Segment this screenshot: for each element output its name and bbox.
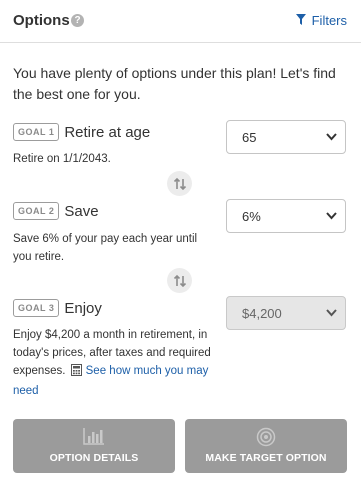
- goal-1-description: Retire on 1/1/2043.: [13, 153, 111, 165]
- page-title: Options: [13, 12, 70, 29]
- goal-3-description: Enjoy $4,200 a month in retirement, in t…: [13, 326, 213, 400]
- goal-2-badge: GOAL 2: [13, 202, 60, 220]
- target-icon: [185, 427, 347, 447]
- help-icon[interactable]: ?: [71, 14, 84, 27]
- save-percent-value: 6%: [242, 209, 261, 224]
- swap-icon[interactable]: [167, 268, 192, 293]
- save-percent-select[interactable]: 6%: [226, 199, 346, 233]
- retire-age-value: 65: [242, 130, 257, 145]
- filters-label: Filters: [311, 13, 347, 28]
- retire-age-select[interactable]: 65: [226, 120, 346, 154]
- enjoy-amount-value: $4,200: [242, 306, 282, 321]
- calculator-icon: [70, 364, 82, 382]
- chevron-down-icon: [326, 133, 337, 141]
- goal-2-label: GOAL 2 Save: [13, 202, 99, 220]
- make-target-option-button[interactable]: MAKE TARGET OPTION: [185, 419, 347, 473]
- swap-icon[interactable]: [167, 171, 192, 196]
- goal-2-description: Save 6% of your pay each year until you …: [13, 233, 198, 263]
- goal-3-name: Enjoy: [64, 299, 102, 317]
- goal-2-name: Save: [64, 202, 99, 220]
- goal-3-label: GOAL 3 Enjoy: [13, 299, 102, 317]
- intro-text: You have plenty of options under this pl…: [13, 65, 336, 102]
- goal-1-name: Retire at age: [64, 123, 151, 141]
- make-target-option-label: MAKE TARGET OPTION: [205, 452, 327, 464]
- bar-chart-icon: [13, 427, 175, 445]
- chevron-down-icon: [326, 212, 337, 220]
- goal-1-label: GOAL 1 Retire at age: [13, 123, 150, 141]
- chevron-down-icon: [326, 309, 337, 317]
- filter-icon: [295, 13, 306, 28]
- goal-3-badge: GOAL 3: [13, 299, 60, 317]
- enjoy-amount-select: $4,200: [226, 296, 346, 330]
- goal-1-badge: GOAL 1: [13, 123, 60, 141]
- options-header: Options ? Filters: [0, 0, 361, 43]
- option-details-button[interactable]: OPTION DETAILS: [13, 419, 175, 473]
- filters-button[interactable]: Filters: [295, 13, 347, 28]
- option-details-label: OPTION DETAILS: [49, 452, 139, 464]
